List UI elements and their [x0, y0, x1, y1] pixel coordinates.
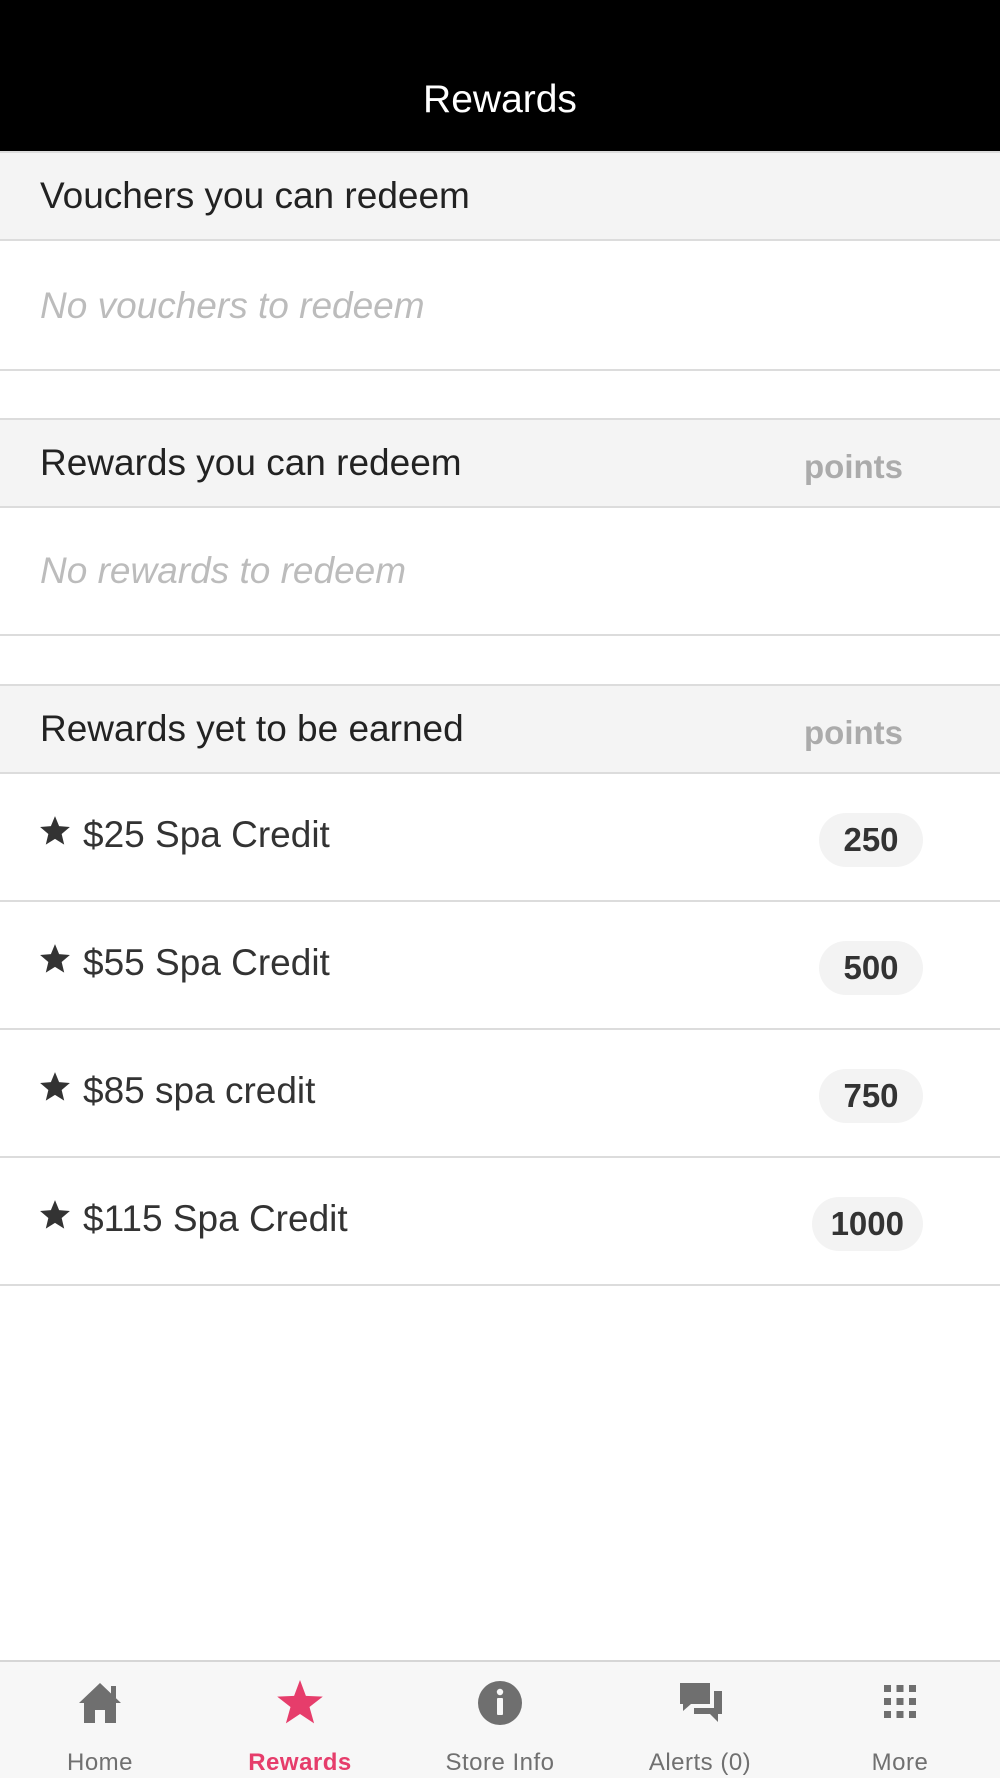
tab-store-info-label: Store Info	[445, 1749, 555, 1776]
tab-rewards[interactable]: Rewards	[200, 1662, 400, 1778]
tab-store-info[interactable]: Store Info	[400, 1662, 600, 1778]
reward-row[interactable]: $55 Spa Credit 500	[0, 902, 1000, 1030]
grid-dots-icon	[884, 1685, 916, 1718]
redeemable-empty-text: No rewards to redeem	[40, 550, 407, 591]
tab-alerts[interactable]: Alerts (0)	[600, 1662, 800, 1778]
vouchers-section-title: Vouchers you can redeem	[40, 175, 470, 216]
tab-more-label: More	[871, 1749, 929, 1776]
reward-points-badge: 500	[819, 941, 923, 995]
star-icon	[277, 1680, 323, 1724]
reward-row[interactable]: $115 Spa Credit 1000	[0, 1158, 1000, 1286]
redeemable-empty-row: No rewards to redeem	[0, 508, 1000, 636]
tab-rewards-label: Rewards	[248, 1749, 352, 1776]
nav-bar: Rewards	[0, 0, 1000, 152]
chat-bubbles-icon	[680, 1683, 722, 1722]
reward-row[interactable]: $85 spa credit 750	[0, 1030, 1000, 1158]
home-icon	[79, 1683, 121, 1723]
reward-row[interactable]: $25 Spa Credit 250	[0, 774, 1000, 902]
star-icon	[40, 816, 70, 845]
tab-bar: Home Rewards Store Info Alerts (0) More	[0, 1660, 1000, 1778]
page-title: Rewards	[423, 78, 577, 121]
unearned-section-header: Rewards yet to be earned points	[0, 684, 1000, 774]
star-icon	[40, 1072, 70, 1101]
star-icon	[40, 944, 70, 973]
star-icon	[40, 1200, 70, 1229]
reward-label: $25 Spa Credit	[83, 814, 330, 855]
redeemable-points-label: points	[804, 448, 903, 485]
reward-label: $115 Spa Credit	[83, 1198, 348, 1239]
tab-home[interactable]: Home	[0, 1662, 200, 1778]
info-icon	[478, 1681, 522, 1725]
tab-home-label: Home	[66, 1749, 134, 1776]
reward-label: $55 Spa Credit	[83, 942, 330, 983]
vouchers-section-header: Vouchers you can redeem	[0, 151, 1000, 241]
vouchers-empty-row: No vouchers to redeem	[0, 243, 1000, 371]
reward-points-badge: 750	[819, 1069, 923, 1123]
reward-label: $85 spa credit	[83, 1070, 316, 1111]
reward-points-badge: 1000	[811, 1197, 923, 1251]
unearned-points-label: points	[804, 714, 903, 751]
tab-alerts-label: Alerts (0)	[648, 1749, 752, 1776]
redeemable-section-title: Rewards you can redeem	[40, 442, 462, 483]
vouchers-empty-text: No vouchers to redeem	[40, 285, 425, 326]
unearned-section-title: Rewards yet to be earned	[40, 708, 464, 749]
redeemable-section-header: Rewards you can redeem points	[0, 418, 1000, 508]
tab-more[interactable]: More	[800, 1662, 1000, 1778]
reward-points-badge: 250	[819, 813, 923, 867]
